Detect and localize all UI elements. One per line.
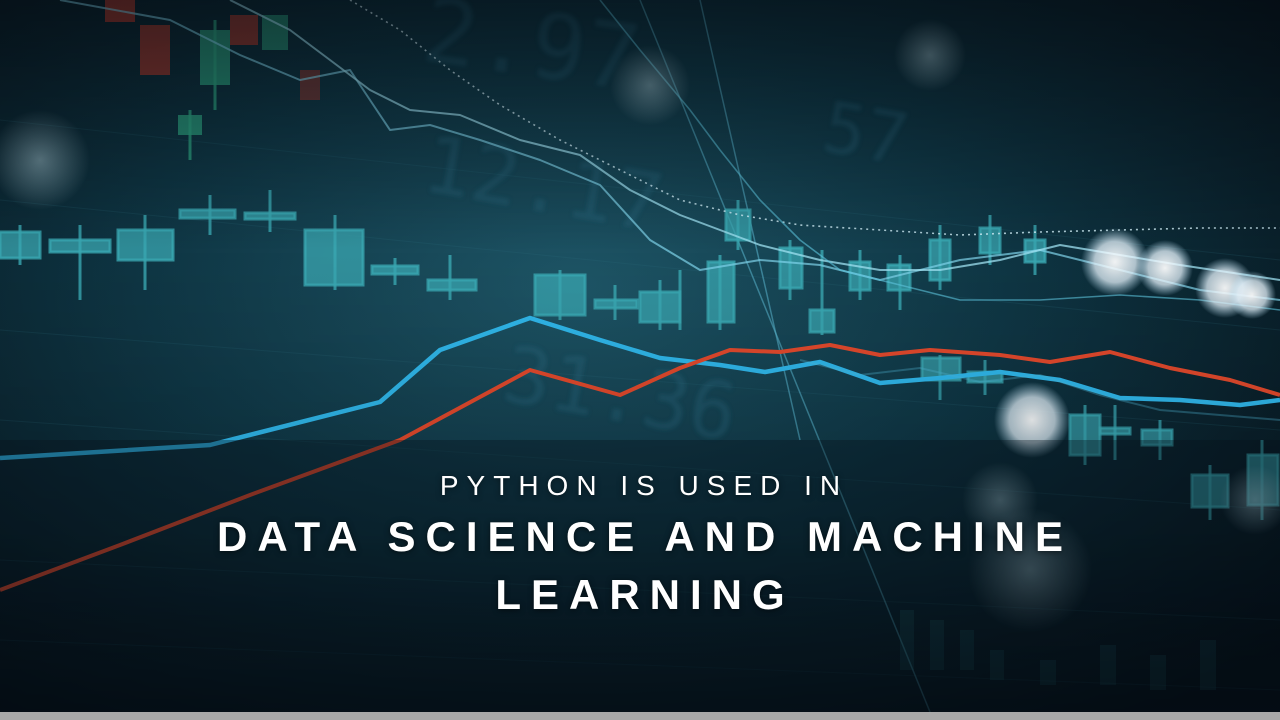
bottom-bar — [0, 712, 1280, 720]
title-block: PYTHON IS USED IN DATA SCIENCE AND MACHI… — [0, 464, 1280, 624]
slide-title-line-2: LEARNING — [495, 571, 795, 618]
slide-subtitle: PYTHON IS USED IN — [439, 470, 849, 501]
slide: 2.97 12.17 31.36 57 — [0, 0, 1280, 720]
slide-title-line-1: DATA SCIENCE AND MACHINE — [217, 513, 1073, 560]
